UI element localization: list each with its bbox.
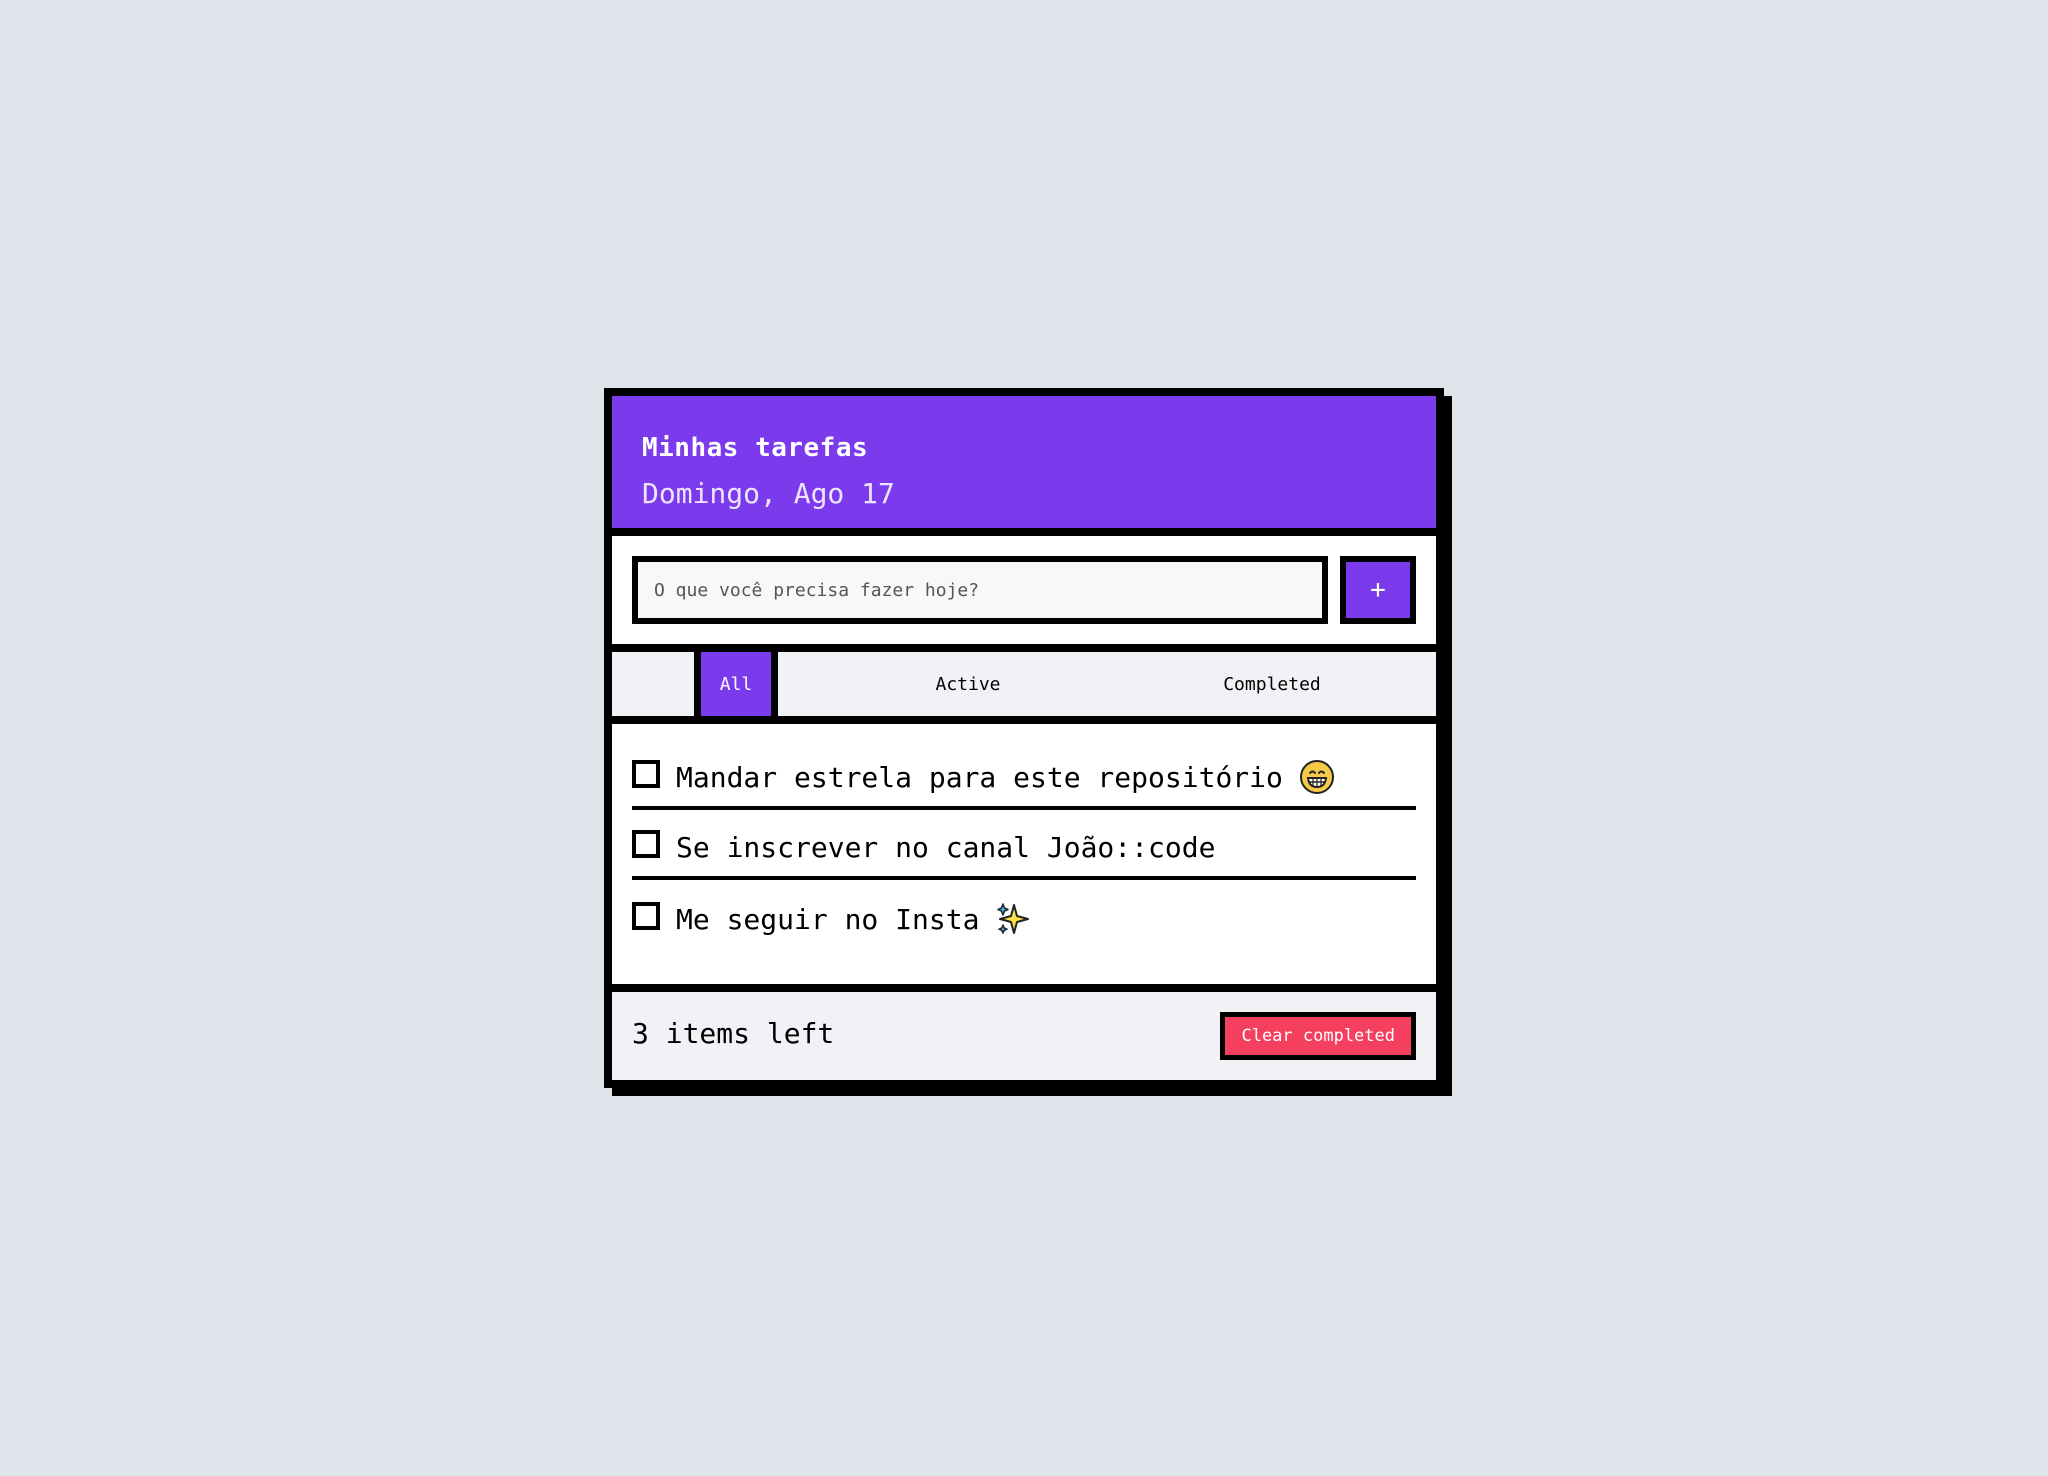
items-left-count: 3 items left (632, 1016, 835, 1050)
sparkles-icon (997, 903, 1030, 934)
task-checkbox[interactable] (632, 760, 660, 788)
page-title: Minhas tarefas (642, 433, 869, 463)
task-checkbox[interactable] (632, 902, 660, 930)
new-task-row: + (612, 536, 1436, 652)
list-item: Se inscrever no canal João::code (632, 818, 1416, 880)
add-task-button[interactable]: + (1340, 556, 1416, 624)
task-checkbox[interactable] (632, 830, 660, 858)
plus-icon: + (1370, 575, 1386, 605)
tab-active[interactable]: Active (788, 652, 1148, 716)
task-text: Mandar estrela para este repositório (676, 760, 1283, 794)
new-task-input[interactable] (632, 556, 1328, 624)
list-item: Me seguir no Insta (632, 888, 1416, 950)
date-label: Domingo, Ago 17 (642, 477, 895, 510)
header: Minhas tarefas Domingo, Ago 17 (612, 396, 1436, 536)
todo-card: Minhas tarefas Domingo, Ago 17 + All Act… (604, 388, 1444, 1088)
task-list: Mandar estrela para este repositório Se … (612, 724, 1436, 992)
footer: 3 items left Clear completed (612, 992, 1436, 1080)
list-item: Mandar estrela para este repositório (632, 748, 1416, 810)
clear-completed-button[interactable]: Clear completed (1220, 1012, 1416, 1060)
filter-tabs: All Active Completed (612, 652, 1436, 724)
tab-all[interactable]: All (694, 652, 778, 716)
task-text: Me seguir no Insta (676, 902, 980, 936)
grinning-face-icon (1299, 760, 1334, 794)
task-text: Se inscrever no canal João::code (676, 830, 1216, 864)
tab-completed[interactable]: Completed (1142, 652, 1402, 716)
